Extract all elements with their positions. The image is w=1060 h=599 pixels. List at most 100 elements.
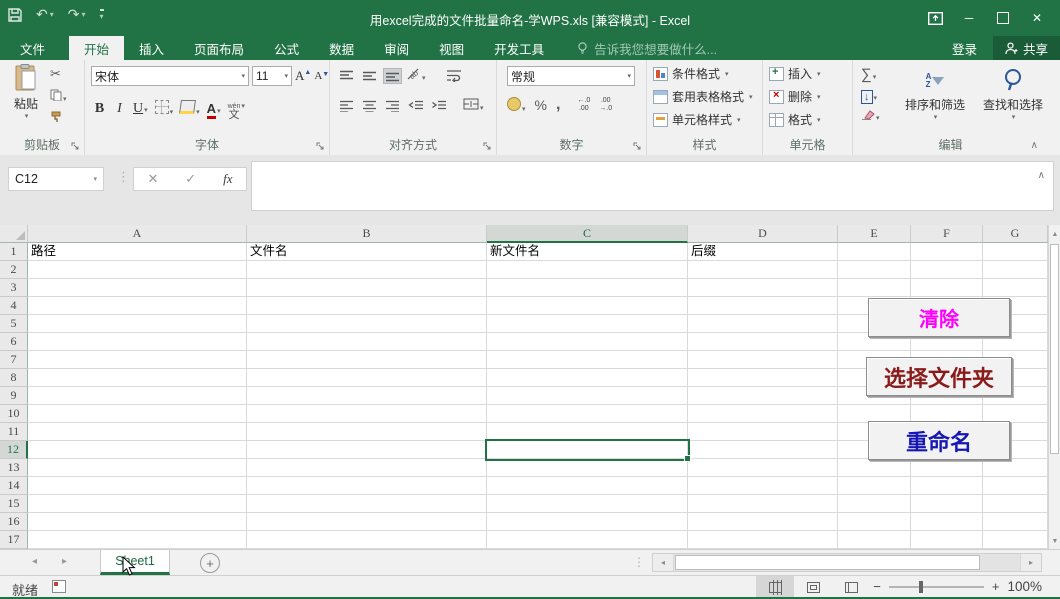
column-header-F[interactable]: F	[911, 225, 983, 243]
insert-function-icon[interactable]: fx	[223, 171, 232, 187]
row-header-14[interactable]: 14	[0, 477, 28, 495]
cell-C10[interactable]	[487, 405, 688, 423]
cell-E2[interactable]	[838, 261, 911, 279]
number-format-combo[interactable]: 常规▾	[507, 66, 635, 86]
cell-A2[interactable]	[28, 261, 247, 279]
minimize-button[interactable]: ─	[952, 3, 986, 33]
row-header-9[interactable]: 9	[0, 387, 28, 405]
horizontal-scrollbar[interactable]: ◂ ▸	[652, 553, 1042, 572]
cell-E16[interactable]	[838, 513, 911, 531]
cell-A15[interactable]	[28, 495, 247, 513]
cell-B11[interactable]	[247, 423, 487, 441]
column-header-D[interactable]: D	[688, 225, 838, 243]
clear-button[interactable]: ▾	[861, 109, 880, 123]
name-box[interactable]: C12▾	[8, 167, 104, 191]
select-folder-form-button[interactable]: 选择文件夹	[866, 357, 1012, 396]
number-dialog-launcher-icon[interactable]	[633, 142, 643, 152]
cell-A9[interactable]	[28, 387, 247, 405]
cell-E13[interactable]	[838, 459, 911, 477]
cell-A11[interactable]	[28, 423, 247, 441]
select-all-corner[interactable]	[0, 225, 28, 243]
share-button[interactable]: 共享	[993, 36, 1060, 60]
tab-data[interactable]: 数据	[314, 36, 369, 60]
collapse-formula-bar-icon[interactable]: ∧	[1038, 170, 1045, 181]
cell-D12[interactable]	[688, 441, 838, 459]
cell-D1[interactable]: 后缀	[688, 243, 838, 261]
wrap-text-button[interactable]	[446, 69, 462, 82]
scroll-up-icon[interactable]: ▲	[1049, 225, 1060, 242]
shrink-font-button[interactable]: A▼	[314, 70, 329, 82]
cell-A1[interactable]: 路径	[28, 243, 247, 261]
column-header-B[interactable]: B	[247, 225, 487, 243]
page-break-view-icon[interactable]	[832, 576, 870, 599]
cell-B2[interactable]	[247, 261, 487, 279]
cut-icon[interactable]: ✂	[50, 66, 61, 82]
cell-A10[interactable]	[28, 405, 247, 423]
cell-A4[interactable]	[28, 297, 247, 315]
align-middle-icon[interactable]	[361, 69, 378, 83]
zoom-out-icon[interactable]: −	[873, 579, 881, 594]
sheet-tab-sheet1[interactable]: Sheet1	[100, 550, 170, 575]
cell-B13[interactable]	[247, 459, 487, 477]
scroll-down-icon[interactable]: ▼	[1049, 532, 1060, 549]
cell-A8[interactable]	[28, 369, 247, 387]
row-header-16[interactable]: 16	[0, 513, 28, 531]
find-select-button[interactable]: 查找和选择 ▾	[983, 66, 1043, 121]
cell-F14[interactable]	[911, 477, 983, 495]
collapse-ribbon-icon[interactable]: ∧	[1031, 140, 1038, 151]
row-header-11[interactable]: 11	[0, 423, 28, 441]
sort-filter-button[interactable]: AZ 排序和筛选 ▾	[905, 66, 965, 121]
cell-G13[interactable]	[983, 459, 1048, 477]
cell-B17[interactable]	[247, 531, 487, 549]
delete-cells-button[interactable]: 删除▾	[769, 88, 821, 105]
percent-style-icon[interactable]: %	[535, 97, 547, 113]
cell-A5[interactable]	[28, 315, 247, 333]
sheet-nav-left-icon[interactable]: ◂	[32, 556, 37, 567]
tab-file[interactable]: 文件	[0, 36, 65, 60]
autosum-button[interactable]: ∑▾	[861, 66, 876, 83]
merge-center-button[interactable]: ▾	[463, 98, 484, 113]
row-header-7[interactable]: 7	[0, 351, 28, 369]
decrease-decimal-icon[interactable]: .00→.0	[599, 97, 612, 112]
cell-D3[interactable]	[688, 279, 838, 297]
phonetic-button[interactable]: wén文▾	[228, 96, 245, 121]
cell-F15[interactable]	[911, 495, 983, 513]
cell-B10[interactable]	[247, 405, 487, 423]
zoom-in-icon[interactable]: +	[992, 579, 1000, 594]
font-dialog-launcher-icon[interactable]	[316, 142, 326, 152]
cell-D16[interactable]	[688, 513, 838, 531]
align-center-icon[interactable]	[361, 99, 378, 113]
cell-D4[interactable]	[688, 297, 838, 315]
row-header-8[interactable]: 8	[0, 369, 28, 387]
decrease-indent-icon[interactable]	[407, 99, 424, 113]
cell-C3[interactable]	[487, 279, 688, 297]
rename-form-button[interactable]: 重命名	[868, 421, 1010, 460]
cell-D7[interactable]	[688, 351, 838, 369]
cell-C5[interactable]	[487, 315, 688, 333]
tab-review[interactable]: 审阅	[369, 36, 424, 60]
cell-C13[interactable]	[487, 459, 688, 477]
row-header-6[interactable]: 6	[0, 333, 28, 351]
cell-D15[interactable]	[688, 495, 838, 513]
borders-button[interactable]: ▾	[155, 100, 174, 117]
cell-C8[interactable]	[487, 369, 688, 387]
cell-D10[interactable]	[688, 405, 838, 423]
cell-F2[interactable]	[911, 261, 983, 279]
accounting-format-button[interactable]: ▾	[507, 97, 526, 114]
horizontal-scrollbar-thumb[interactable]	[675, 555, 980, 570]
insert-cells-button[interactable]: 插入▾	[769, 65, 821, 82]
fill-button[interactable]: ↓▾	[861, 89, 877, 103]
cell-F17[interactable]	[911, 531, 983, 549]
cell-D5[interactable]	[688, 315, 838, 333]
tab-home[interactable]: 开始	[69, 36, 124, 60]
new-sheet-icon[interactable]: +	[200, 553, 220, 573]
row-header-1[interactable]: 1	[0, 243, 28, 261]
selected-cell-C12[interactable]	[485, 439, 690, 461]
column-header-A[interactable]: A	[28, 225, 247, 243]
cell-B5[interactable]	[247, 315, 487, 333]
zoom-slider-thumb[interactable]	[919, 581, 923, 593]
cell-G14[interactable]	[983, 477, 1048, 495]
cell-A14[interactable]	[28, 477, 247, 495]
format-cells-button[interactable]: 格式▾	[769, 111, 821, 128]
fill-color-button[interactable]: ▾	[180, 100, 200, 117]
